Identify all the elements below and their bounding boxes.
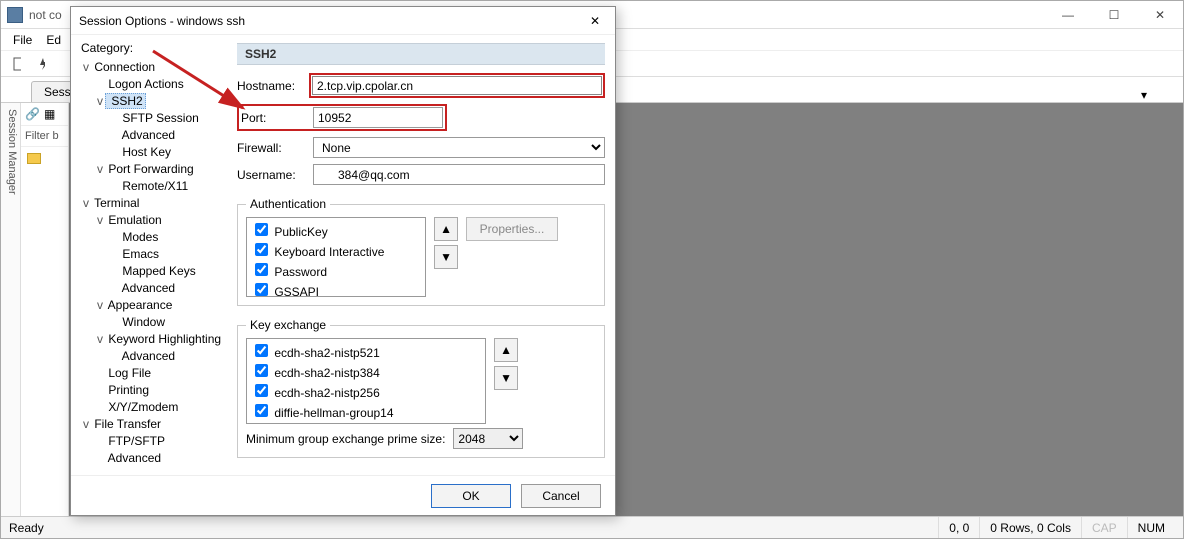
status-cap: CAP <box>1081 517 1127 538</box>
status-size: 0 Rows, 0 Cols <box>979 517 1081 538</box>
filter-label: Filter b <box>21 126 68 147</box>
tree-node-modes[interactable]: Modes <box>81 229 231 246</box>
tree-node-logon-actions[interactable]: Logon Actions <box>81 76 231 93</box>
firewall-label: Firewall: <box>237 141 313 155</box>
hostname-label: Hostname: <box>237 79 309 93</box>
tree-node-remote-x11[interactable]: Remote/X11 <box>81 178 231 195</box>
link-icon[interactable]: 🔗 <box>25 107 40 121</box>
tree-node-file-transfer[interactable]: v File Transfer <box>81 416 231 433</box>
kex-ecdh-sha2-nistp384[interactable]: ecdh-sha2-nistp384 <box>251 361 481 381</box>
status-num: NUM <box>1127 517 1175 538</box>
status-ready: Ready <box>9 521 44 535</box>
tree-node-sftp-session[interactable]: SFTP Session <box>81 110 231 127</box>
grid-icon[interactable]: ▦ <box>44 107 55 121</box>
auth-move-down[interactable]: ▼ <box>434 245 458 269</box>
kex-group: Key exchange ecdh-sha2-nistp521 ecdh-sha… <box>237 318 605 458</box>
kex-legend: Key exchange <box>246 318 330 332</box>
tree-node-log-file[interactable]: Log File <box>81 365 231 382</box>
session-manager-tab[interactable]: Session Manager <box>1 103 21 516</box>
tree-node-ssh2[interactable]: v SSH2 <box>81 93 231 110</box>
tree-node-connection[interactable]: v Connection <box>81 59 231 76</box>
tree-node-advanced[interactable]: Advanced <box>81 450 231 467</box>
tree-node-window[interactable]: Window <box>81 314 231 331</box>
maximize-button[interactable]: ☐ <box>1091 1 1137 29</box>
kex-list[interactable]: ecdh-sha2-nistp521 ecdh-sha2-nistp384 ec… <box>246 338 486 424</box>
username-input[interactable] <box>313 164 605 185</box>
tree-node-keyword-highlighting[interactable]: v Keyword Highlighting <box>81 331 231 348</box>
tree-node-host-key[interactable]: Host Key <box>81 144 231 161</box>
hostname-highlight: Hostname: <box>237 73 605 98</box>
auth-group: Authentication PublicKey Keyboard Intera… <box>237 197 605 306</box>
auth-legend: Authentication <box>246 197 330 211</box>
category-tree[interactable]: v Connection Logon Actionsv SSH2 SFTP Se… <box>81 59 231 467</box>
session-options-dialog: Session Options - windows ssh ✕ Category… <box>70 6 616 516</box>
tabs-dropdown[interactable]: ▾ <box>1135 88 1153 102</box>
tree-node-appearance[interactable]: v Appearance <box>81 297 231 314</box>
tree-node-terminal[interactable]: v Terminal <box>81 195 231 212</box>
hostname-input[interactable] <box>312 76 602 95</box>
tree-node-advanced[interactable]: Advanced <box>81 348 231 365</box>
app-icon <box>7 7 23 23</box>
status-bar: Ready 0, 0 0 Rows, 0 Cols CAP NUM <box>1 516 1183 538</box>
tree-node-mapped-keys[interactable]: Mapped Keys <box>81 263 231 280</box>
port-input[interactable] <box>313 107 443 128</box>
minprime-select[interactable]: 2048 <box>453 428 523 449</box>
tree-node-emulation[interactable]: v Emulation <box>81 212 231 229</box>
toolbar-btn-bolt[interactable] <box>31 54 51 74</box>
username-label: Username: <box>237 168 313 182</box>
auth-keyboard-interactive[interactable]: Keyboard Interactive <box>251 240 421 260</box>
auth-properties-button: Properties... <box>466 217 558 241</box>
cancel-button[interactable]: Cancel <box>521 484 601 508</box>
category-label: Category: <box>81 41 231 55</box>
auth-password[interactable]: Password <box>251 260 421 280</box>
session-manager-pane: 🔗 ▦ Filter b <box>21 103 69 516</box>
dialog-title: Session Options - windows ssh <box>79 14 583 28</box>
tree-node-x-y-zmodem[interactable]: X/Y/Zmodem <box>81 399 231 416</box>
sessions-folder[interactable] <box>21 147 68 173</box>
menu-edit[interactable]: Ed <box>40 31 67 49</box>
tree-node-printing[interactable]: Printing <box>81 382 231 399</box>
kex-diffie-hellman-group14[interactable]: diffie-hellman-group14 <box>251 401 481 421</box>
kex-ecdh-sha2-nistp256[interactable]: ecdh-sha2-nistp256 <box>251 381 481 401</box>
auth-list[interactable]: PublicKey Keyboard Interactive Password … <box>246 217 426 297</box>
minimize-button[interactable]: — <box>1045 1 1091 29</box>
kex-diffie-hellman-group-exchange-sha256[interactable]: diffie-hellman-group-exchange-sha256 <box>251 421 481 424</box>
ssh2-header: SSH2 <box>237 43 605 65</box>
port-highlight: Port: <box>237 104 447 131</box>
folder-icon <box>27 153 41 164</box>
port-label: Port: <box>241 111 313 125</box>
menu-file[interactable]: File <box>7 31 38 49</box>
tree-node-ftp-sftp[interactable]: FTP/SFTP <box>81 433 231 450</box>
firewall-select[interactable]: None <box>313 137 605 158</box>
kex-move-down[interactable]: ▼ <box>494 366 518 390</box>
auth-move-up[interactable]: ▲ <box>434 217 458 241</box>
minprime-label: Minimum group exchange prime size: <box>246 432 445 446</box>
ok-button[interactable]: OK <box>431 484 511 508</box>
tree-node-advanced[interactable]: Advanced <box>81 127 231 144</box>
kex-ecdh-sha2-nistp521[interactable]: ecdh-sha2-nistp521 <box>251 341 481 361</box>
auth-publickey[interactable]: PublicKey <box>251 220 421 240</box>
tree-node-port-forwarding[interactable]: v Port Forwarding <box>81 161 231 178</box>
tree-node-emacs[interactable]: Emacs <box>81 246 231 263</box>
tree-node-advanced[interactable]: Advanced <box>81 280 231 297</box>
kex-move-up[interactable]: ▲ <box>494 338 518 362</box>
close-button[interactable]: ✕ <box>1137 1 1183 29</box>
auth-gssapi[interactable]: GSSAPI <box>251 280 421 297</box>
status-pos: 0, 0 <box>938 517 979 538</box>
dialog-close-button[interactable]: ✕ <box>583 9 607 33</box>
toolbar-btn-1[interactable] <box>7 54 27 74</box>
dialog-titlebar: Session Options - windows ssh ✕ <box>71 7 615 35</box>
